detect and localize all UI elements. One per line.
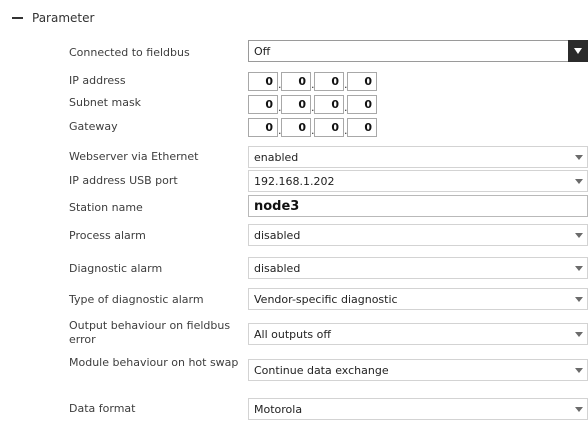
label-module-behaviour: Module behaviour on hot swap	[69, 356, 239, 369]
gateway-octet-3[interactable]: 0	[314, 118, 344, 137]
subnet-octet-3[interactable]: 0	[314, 95, 344, 114]
label-station-name: Station name	[69, 201, 143, 214]
label-output-behaviour: Output behaviour on fieldbus error	[69, 319, 231, 346]
label-process-alarm: Process alarm	[69, 229, 146, 242]
ip-octet-1[interactable]: 0	[248, 72, 278, 91]
label-data-format: Data format	[69, 402, 136, 415]
gateway-octet-2[interactable]: 0	[281, 118, 311, 137]
webserver-value: enabled	[254, 150, 299, 164]
station-name-input[interactable]: node3	[248, 195, 588, 217]
dropdown-button[interactable]	[568, 40, 588, 62]
diagnostic-alarm-select[interactable]: disabled	[248, 257, 588, 279]
label-gateway: Gateway	[69, 120, 118, 133]
label-usb-ip: IP address USB port	[69, 174, 178, 187]
minus-icon[interactable]	[12, 17, 23, 19]
station-name-value: node3	[254, 198, 300, 214]
label-subnet-mask: Subnet mask	[69, 96, 142, 109]
output-behaviour-select[interactable]: All outputs off	[248, 323, 588, 345]
label-connected-to-fieldbus: Connected to fieldbus	[69, 46, 190, 59]
diagnostic-alarm-value: disabled	[254, 261, 301, 275]
subnet-octet-1[interactable]: 0	[248, 95, 278, 114]
chevron-down-icon	[575, 367, 583, 373]
chevron-down-icon	[575, 331, 583, 337]
process-alarm-select[interactable]: disabled	[248, 224, 588, 246]
data-format-select[interactable]: Motorola	[248, 398, 588, 420]
diagnostic-type-select[interactable]: Vendor-specific diagnostic	[248, 288, 588, 310]
subnet-mask-input: 0. 0. 0. 0	[248, 95, 377, 114]
output-behaviour-value: All outputs off	[254, 327, 331, 341]
ip-octet-2[interactable]: 0	[281, 72, 311, 91]
subnet-octet-2[interactable]: 0	[281, 95, 311, 114]
label-diagnostic-type: Type of diagnostic alarm	[69, 293, 204, 306]
chevron-down-icon	[574, 48, 582, 54]
chevron-down-icon	[575, 154, 583, 160]
usb-ip-select[interactable]: 192.168.1.202	[248, 170, 588, 192]
gateway-octet-4[interactable]: 0	[347, 118, 377, 137]
label-diagnostic-alarm: Diagnostic alarm	[69, 262, 163, 275]
label-webserver: Webserver via Ethernet	[69, 150, 199, 163]
webserver-select[interactable]: enabled	[248, 146, 588, 168]
ip-octet-4[interactable]: 0	[347, 72, 377, 91]
data-format-value: Motorola	[254, 402, 303, 416]
connected-to-fieldbus-select[interactable]: Off	[248, 40, 588, 62]
module-behaviour-value: Continue data exchange	[254, 363, 389, 377]
chevron-down-icon	[575, 232, 583, 238]
label-ip-address: IP address	[69, 74, 126, 87]
ip-address-input: 0. 0. 0. 0	[248, 72, 377, 91]
subnet-octet-4[interactable]: 0	[347, 95, 377, 114]
parameter-section-header[interactable]: Parameter	[10, 8, 94, 28]
gateway-input: 0. 0. 0. 0	[248, 118, 377, 137]
module-behaviour-select[interactable]: Continue data exchange	[248, 359, 588, 381]
connected-to-fieldbus-value: Off	[254, 44, 271, 58]
diagnostic-type-value: Vendor-specific diagnostic	[254, 292, 398, 306]
usb-ip-value: 192.168.1.202	[254, 174, 335, 188]
chevron-down-icon	[575, 406, 583, 412]
ip-octet-3[interactable]: 0	[314, 72, 344, 91]
gateway-octet-1[interactable]: 0	[248, 118, 278, 137]
chevron-down-icon	[575, 296, 583, 302]
chevron-down-icon	[575, 178, 583, 184]
process-alarm-value: disabled	[254, 228, 301, 242]
chevron-down-icon	[575, 265, 583, 271]
section-title: Parameter	[32, 11, 95, 25]
